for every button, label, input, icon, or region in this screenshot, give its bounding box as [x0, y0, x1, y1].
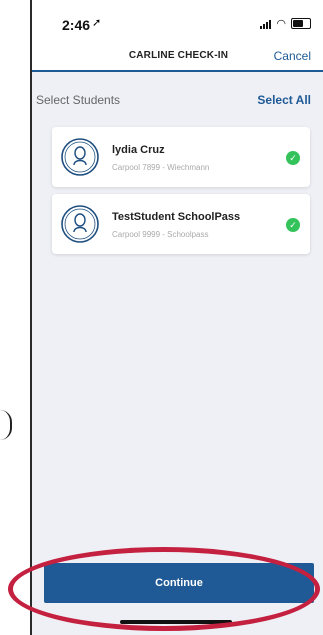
battery-icon — [291, 18, 311, 29]
cancel-button[interactable]: Cancel — [274, 49, 311, 63]
checkmark-icon[interactable]: ✓ — [286, 218, 300, 232]
subheader: Select Students Select All — [32, 70, 323, 110]
student-card[interactable]: TestStudent SchoolPass Carpool 9999 - Sc… — [52, 194, 310, 254]
nav-header: CARLINE CHECK-IN Cancel — [32, 38, 323, 72]
status-icons: ◠ — [260, 18, 311, 29]
status-time: 2:46 — [62, 17, 91, 33]
location-arrow-icon: ➚ — [92, 17, 102, 29]
select-all-button[interactable]: Select All — [257, 93, 311, 107]
student-carpool: Carpool 7899 - Wiechmann — [112, 163, 210, 172]
student-name: lydia Cruz — [112, 144, 165, 156]
phone-screen: 2:46 ➚ ◠ CARLINE CHECK-IN Cancel Select … — [30, 0, 323, 635]
student-name: TestStudent SchoolPass — [112, 211, 241, 223]
annotation-arc-mark — [0, 410, 12, 440]
avatar-icon — [61, 138, 99, 176]
checkmark-icon[interactable]: ✓ — [286, 151, 300, 165]
status-bar: 2:46 ➚ ◠ — [32, 0, 323, 38]
select-students-label: Select Students — [36, 93, 121, 107]
wifi-icon: ◠ — [276, 17, 286, 30]
signal-icon — [260, 19, 272, 29]
student-card[interactable]: lydia Cruz Carpool 7899 - Wiechmann ✓ — [52, 127, 310, 187]
avatar-icon — [61, 205, 99, 243]
student-carpool: Carpool 9999 - Schoolpass — [112, 230, 209, 239]
annotation-circle — [8, 547, 320, 631]
